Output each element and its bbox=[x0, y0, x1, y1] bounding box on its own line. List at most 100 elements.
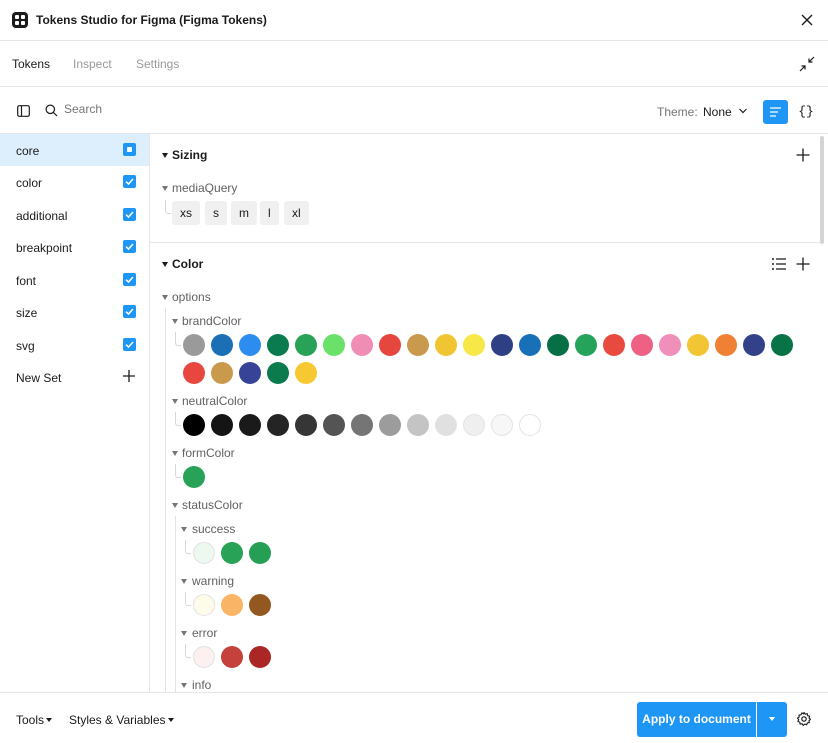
color-swatch[interactable] bbox=[519, 414, 541, 436]
minimize-icon[interactable] bbox=[798, 55, 816, 73]
color-swatch[interactable] bbox=[407, 334, 429, 356]
color-swatch[interactable] bbox=[575, 334, 597, 356]
color-swatch[interactable] bbox=[407, 414, 429, 436]
color-swatch[interactable] bbox=[715, 334, 737, 356]
color-swatch[interactable] bbox=[603, 334, 625, 356]
json-view-button[interactable]: {} bbox=[794, 100, 818, 124]
apply-options-button[interactable] bbox=[757, 702, 787, 737]
color-swatch[interactable] bbox=[743, 334, 765, 356]
color-swatch[interactable] bbox=[519, 334, 541, 356]
caret-down-icon[interactable] bbox=[172, 399, 178, 404]
color-swatch[interactable] bbox=[193, 594, 215, 616]
color-swatch[interactable] bbox=[687, 334, 709, 356]
color-swatch[interactable] bbox=[351, 334, 373, 356]
color-swatch[interactable] bbox=[239, 362, 261, 384]
token-set-breakpoint[interactable]: breakpoint bbox=[0, 231, 149, 263]
checkbox-icon[interactable] bbox=[123, 240, 136, 253]
gear-icon[interactable] bbox=[796, 711, 812, 727]
caret-down-icon[interactable] bbox=[181, 631, 187, 636]
color-swatch[interactable] bbox=[211, 334, 233, 356]
color-swatch[interactable] bbox=[211, 414, 233, 436]
color-swatch[interactable] bbox=[249, 542, 271, 564]
group-label-options[interactable]: options bbox=[172, 290, 211, 304]
caret-down-icon[interactable] bbox=[162, 295, 168, 300]
color-swatch[interactable] bbox=[659, 334, 681, 356]
token-set-additional[interactable]: additional bbox=[0, 199, 149, 231]
color-swatch[interactable] bbox=[295, 414, 317, 436]
group-label-warning[interactable]: warning bbox=[192, 574, 234, 588]
color-swatch[interactable] bbox=[631, 334, 653, 356]
checkbox-icon[interactable] bbox=[123, 175, 136, 188]
color-swatch[interactable] bbox=[183, 466, 205, 488]
color-swatch[interactable] bbox=[295, 362, 317, 384]
color-swatch[interactable] bbox=[193, 646, 215, 668]
chevron-down-icon[interactable] bbox=[738, 107, 748, 115]
checkbox-icon[interactable] bbox=[123, 208, 136, 221]
color-swatch[interactable] bbox=[435, 414, 457, 436]
token-chip[interactable]: l bbox=[260, 201, 279, 225]
color-swatch[interactable] bbox=[771, 334, 793, 356]
list-icon[interactable] bbox=[771, 256, 787, 272]
color-swatch[interactable] bbox=[463, 414, 485, 436]
color-swatch[interactable] bbox=[249, 594, 271, 616]
color-swatch[interactable] bbox=[463, 334, 485, 356]
color-swatch[interactable] bbox=[323, 414, 345, 436]
token-set-color[interactable]: color bbox=[0, 166, 149, 198]
plus-icon[interactable] bbox=[795, 147, 811, 163]
color-swatch[interactable] bbox=[193, 542, 215, 564]
group-label-success[interactable]: success bbox=[192, 522, 235, 536]
plus-icon[interactable] bbox=[795, 256, 811, 272]
color-swatch[interactable] bbox=[249, 646, 271, 668]
group-label-neutralcolor[interactable]: neutralColor bbox=[182, 394, 247, 408]
token-chip[interactable]: s bbox=[205, 201, 227, 225]
checkbox-icon[interactable] bbox=[123, 338, 136, 351]
tools-menu[interactable]: Tools bbox=[16, 713, 53, 727]
group-label-info[interactable]: info bbox=[192, 678, 211, 692]
color-swatch[interactable] bbox=[183, 414, 205, 436]
group-label-error[interactable]: error bbox=[192, 626, 217, 640]
color-swatch[interactable] bbox=[267, 334, 289, 356]
apply-to-document-button[interactable]: Apply to document bbox=[637, 702, 756, 737]
color-swatch[interactable] bbox=[267, 414, 289, 436]
plus-icon[interactable] bbox=[122, 369, 136, 383]
list-view-button[interactable] bbox=[763, 100, 788, 124]
color-swatch[interactable] bbox=[491, 414, 513, 436]
color-swatch[interactable] bbox=[295, 334, 317, 356]
group-label-brandcolor[interactable]: brandColor bbox=[182, 314, 241, 328]
token-set-svg[interactable]: svg bbox=[0, 329, 149, 361]
tab-settings[interactable]: Settings bbox=[136, 57, 179, 71]
tab-inspect[interactable]: Inspect bbox=[73, 57, 112, 71]
section-title-color[interactable]: Color bbox=[172, 257, 203, 271]
checkbox-icon[interactable] bbox=[123, 305, 136, 318]
color-swatch[interactable] bbox=[491, 334, 513, 356]
group-label-mediaquery[interactable]: mediaQuery bbox=[172, 181, 237, 195]
caret-down-icon[interactable] bbox=[162, 186, 168, 191]
color-swatch[interactable] bbox=[211, 362, 233, 384]
caret-down-icon[interactable] bbox=[172, 319, 178, 324]
group-label-formcolor[interactable]: formColor bbox=[182, 446, 235, 460]
color-swatch[interactable] bbox=[351, 414, 373, 436]
color-swatch[interactable] bbox=[221, 542, 243, 564]
token-chip[interactable]: xs bbox=[172, 201, 200, 225]
color-swatch[interactable] bbox=[323, 334, 345, 356]
caret-down-icon[interactable] bbox=[172, 503, 178, 508]
token-set-font[interactable]: font bbox=[0, 264, 149, 296]
close-icon[interactable] bbox=[798, 11, 816, 29]
token-set-core[interactable]: core bbox=[0, 134, 149, 166]
color-swatch[interactable] bbox=[239, 334, 261, 356]
caret-down-icon[interactable] bbox=[162, 262, 168, 267]
color-swatch[interactable] bbox=[183, 334, 205, 356]
group-label-statuscolor[interactable]: statusColor bbox=[182, 498, 243, 512]
caret-down-icon[interactable] bbox=[181, 579, 187, 584]
tab-tokens[interactable]: Tokens bbox=[12, 57, 50, 71]
color-swatch[interactable] bbox=[547, 334, 569, 356]
partial-checkbox-icon[interactable] bbox=[123, 143, 136, 156]
color-swatch[interactable] bbox=[435, 334, 457, 356]
new-set-button[interactable]: New Set bbox=[0, 361, 149, 393]
color-swatch[interactable] bbox=[379, 334, 401, 356]
token-chip[interactable]: m bbox=[231, 201, 257, 225]
color-swatch[interactable] bbox=[221, 594, 243, 616]
token-set-size[interactable]: size bbox=[0, 296, 149, 328]
sidebar-toggle-icon[interactable] bbox=[17, 105, 30, 117]
styles-variables-menu[interactable]: Styles & Variables bbox=[69, 713, 174, 727]
